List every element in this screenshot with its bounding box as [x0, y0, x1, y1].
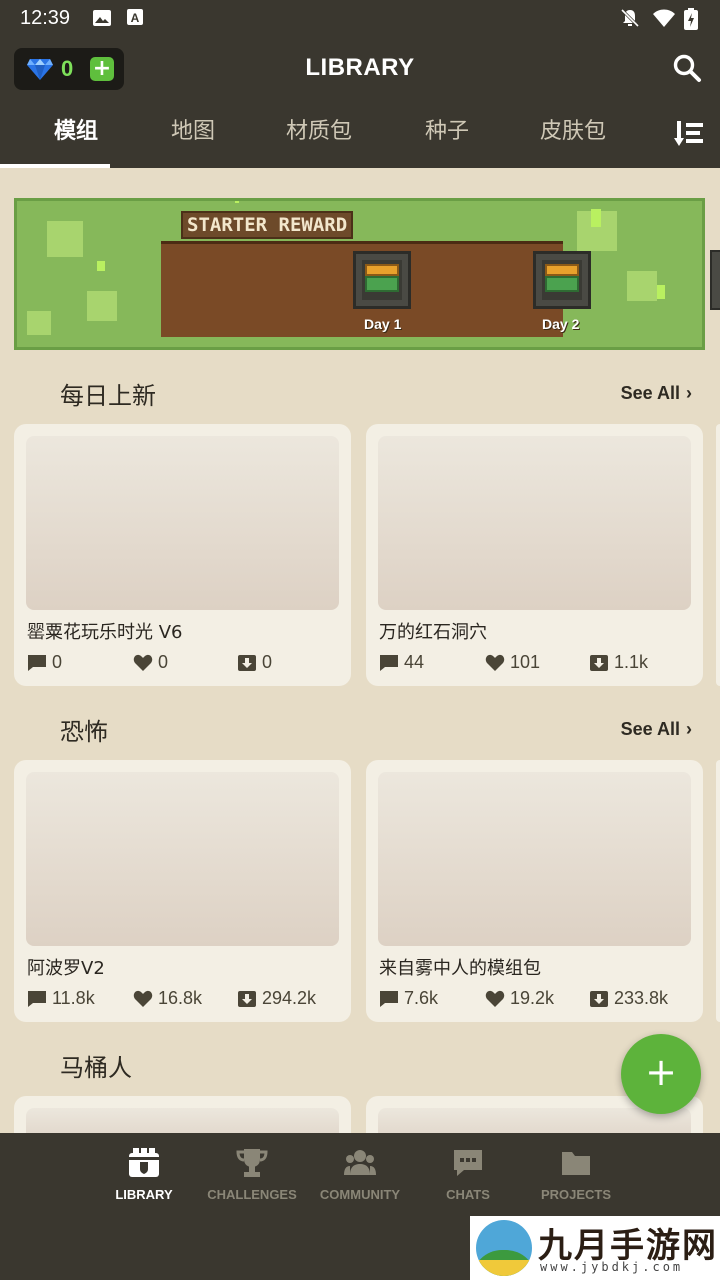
- mod-name: 阿波罗V2: [27, 958, 105, 979]
- tab-texture-packs[interactable]: 材质包: [258, 110, 380, 168]
- reward-title: STARTER REWARD: [181, 211, 354, 239]
- nav-chats-label: CHATS: [446, 1187, 490, 1202]
- tab-skin-packs[interactable]: 皮肤包: [512, 110, 634, 168]
- day-2-label: Day 2: [542, 316, 580, 332]
- tab-maps[interactable]: 地图: [138, 110, 248, 168]
- page-title: LIBRARY: [305, 54, 415, 81]
- library-icon: [129, 1148, 159, 1177]
- svg-text:A: A: [131, 11, 140, 25]
- nav-challenges[interactable]: CHALLENGES: [197, 1147, 307, 1217]
- comment-icon: [28, 991, 46, 1007]
- font-icon: A: [127, 9, 143, 25]
- comment-icon: [380, 655, 398, 671]
- mod-card[interactable]: 万的红石洞穴 44 101 1.1k: [366, 424, 703, 686]
- starter-reward-banner[interactable]: STARTER REWARD Day 1 Day 2: [14, 198, 705, 350]
- section-title-daily: 每日上新: [60, 382, 156, 410]
- category-tabs: 模组 地图 材质包 种子 皮肤包: [0, 110, 720, 168]
- mod-name: 罂粟花玩乐时光 V6: [27, 622, 183, 643]
- chat-icon: [454, 1150, 482, 1176]
- chest-icon[interactable]: [533, 251, 591, 309]
- mute-bell-icon: [620, 8, 640, 28]
- nav-challenges-label: CHALLENGES: [207, 1187, 297, 1202]
- section-title-horror: 恐怖: [60, 718, 108, 746]
- gallery-icon: [93, 10, 111, 26]
- mod-thumbnail: [378, 436, 691, 610]
- heart-icon: [485, 990, 505, 1007]
- community-icon: [344, 1150, 376, 1175]
- tab-seeds[interactable]: 种子: [392, 110, 502, 168]
- download-icon: [238, 655, 256, 671]
- status-time: 12:39: [20, 7, 71, 29]
- chevron-right-icon: ›: [686, 383, 692, 403]
- nav-community[interactable]: COMMUNITY: [305, 1147, 415, 1217]
- app-bar: 0 + LIBRARY 模组 地图 材质包 种子 皮肤包: [0, 36, 720, 168]
- download-icon: [238, 991, 256, 1007]
- comment-icon: [28, 655, 46, 671]
- day-1-label: Day 1: [364, 316, 402, 332]
- search-icon[interactable]: [672, 53, 702, 83]
- battery-icon: [684, 8, 698, 30]
- mod-thumbnail: [26, 772, 339, 946]
- tab-mods[interactable]: 模组: [20, 110, 132, 168]
- active-tab-indicator: [0, 164, 110, 168]
- comment-icon: [380, 991, 398, 1007]
- download-icon: [590, 655, 608, 671]
- chevron-right-icon: ›: [686, 719, 692, 739]
- see-all-button[interactable]: See All ›: [621, 383, 692, 404]
- next-card-peek: [716, 760, 720, 1022]
- nav-community-label: COMMUNITY: [319, 1187, 401, 1202]
- status-bar: 12:39 A: [0, 0, 720, 36]
- mod-card[interactable]: 来自雾中人的模组包 7.6k 19.2k 233.8k: [366, 760, 703, 1022]
- mod-thumbnail: [378, 772, 691, 946]
- watermark-logo: [476, 1220, 532, 1276]
- nav-projects[interactable]: PROJECTS: [521, 1147, 631, 1217]
- see-all-button[interactable]: See All ›: [621, 719, 692, 740]
- section-title-toilet-man: 马桶人: [60, 1054, 132, 1082]
- next-banner-peek: [710, 250, 720, 310]
- see-all-label: See All: [620, 383, 680, 403]
- nav-projects-label: PROJECTS: [540, 1187, 612, 1202]
- watermark: 九月手游网 www.jybdkj.com: [470, 1216, 720, 1280]
- download-icon: [590, 991, 608, 1007]
- see-all-label: See All: [620, 719, 680, 739]
- trophy-icon: [236, 1149, 268, 1177]
- heart-icon: [485, 654, 505, 671]
- mod-name: 万的红石洞穴: [379, 622, 487, 643]
- sort-icon[interactable]: [674, 120, 704, 148]
- create-button[interactable]: +: [621, 1034, 701, 1114]
- mod-card[interactable]: 罂粟花玩乐时光 V6 0 0 0: [14, 424, 351, 686]
- next-card-peek: [716, 424, 720, 686]
- mod-card[interactable]: [14, 1096, 351, 1148]
- wifi-icon: [653, 9, 675, 27]
- folder-icon: [562, 1152, 590, 1175]
- nav-library[interactable]: LIBRARY: [89, 1147, 199, 1217]
- nav-library-label: LIBRARY: [115, 1187, 173, 1202]
- mod-card[interactable]: 阿波罗V2 11.8k 16.8k 294.2k: [14, 760, 351, 1022]
- mod-thumbnail: [26, 436, 339, 610]
- chest-icon[interactable]: [353, 251, 411, 309]
- mod-name: 来自雾中人的模组包: [379, 958, 541, 979]
- heart-icon: [133, 990, 153, 1007]
- watermark-url: www.jybdkj.com: [540, 1260, 684, 1274]
- nav-chats[interactable]: CHATS: [413, 1147, 523, 1217]
- heart-icon: [133, 654, 153, 671]
